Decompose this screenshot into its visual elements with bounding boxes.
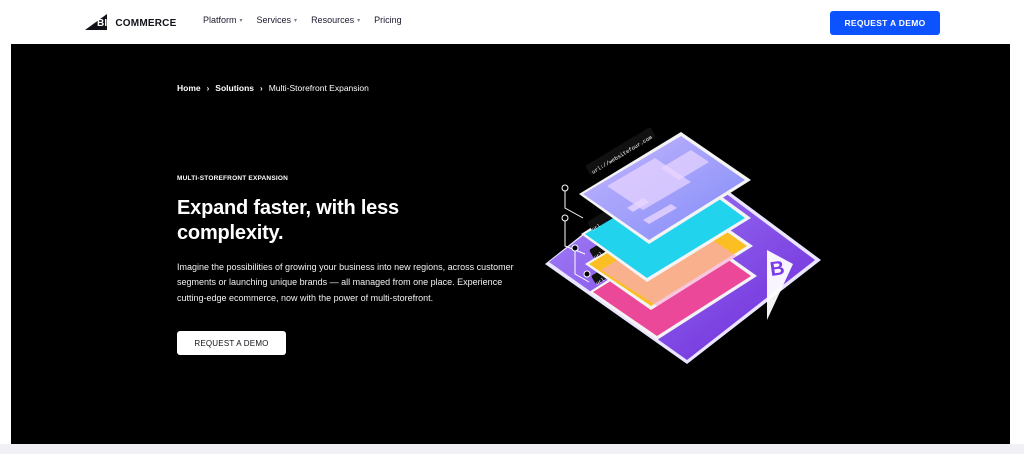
page-title: Expand faster, with less complexity. bbox=[177, 197, 399, 244]
breadcrumb-home[interactable]: Home bbox=[177, 83, 201, 93]
request-demo-button[interactable]: REQUEST A DEMO bbox=[830, 11, 940, 35]
breadcrumb-separator-icon: › bbox=[260, 83, 263, 93]
breadcrumb: Home › Solutions › Multi-Storefront Expa… bbox=[177, 83, 369, 93]
breadcrumb-current: Multi-Storefront Expansion bbox=[268, 83, 369, 93]
nav-item-services[interactable]: Services ▾ bbox=[257, 15, 298, 25]
nav-item-label: Services bbox=[256, 15, 292, 25]
hero-eyebrow: MULTI-STOREFRONT EXPANSION bbox=[177, 175, 289, 182]
main-menu: Platform ▾ Services ▾ Resources ▾ Pricin… bbox=[203, 15, 416, 25]
logo-commerce: COMMERCE bbox=[115, 17, 177, 29]
nav-item-label: Pricing bbox=[374, 15, 402, 25]
chevron-down-icon: ▾ bbox=[294, 17, 298, 24]
nav-item-platform[interactable]: Platform ▾ bbox=[203, 15, 243, 25]
hero-request-demo-button[interactable]: REQUEST A DEMO bbox=[177, 331, 286, 355]
brand-letter: B bbox=[769, 257, 786, 281]
nav-item-label: Platform bbox=[203, 15, 237, 25]
page-footer-strip bbox=[0, 444, 1024, 454]
breadcrumb-solutions[interactable]: Solutions bbox=[215, 83, 254, 93]
hero-description: Imagine the possibilities of growing you… bbox=[177, 262, 514, 303]
nav-item-pricing[interactable]: Pricing bbox=[374, 15, 402, 25]
nav-item-resources[interactable]: Resources ▾ bbox=[311, 15, 360, 25]
hero-section: Home › Solutions › Multi-Storefront Expa… bbox=[11, 44, 1010, 444]
multi-storefront-illustration: B url url url url://websitefour.com bbox=[545, 127, 821, 364]
nav-item-label: Resources bbox=[311, 15, 355, 25]
chevron-down-icon: ▾ bbox=[239, 17, 243, 24]
breadcrumb-separator-icon: › bbox=[206, 83, 210, 93]
top-nav: BIGCOMMERCE Platform ▾ Services ▾ Resour… bbox=[0, 0, 1024, 44]
logo-big: BIG bbox=[97, 17, 116, 29]
bigcommerce-logo[interactable]: BIGCOMMERCE bbox=[85, 12, 176, 32]
chevron-down-icon: ▾ bbox=[357, 17, 361, 24]
